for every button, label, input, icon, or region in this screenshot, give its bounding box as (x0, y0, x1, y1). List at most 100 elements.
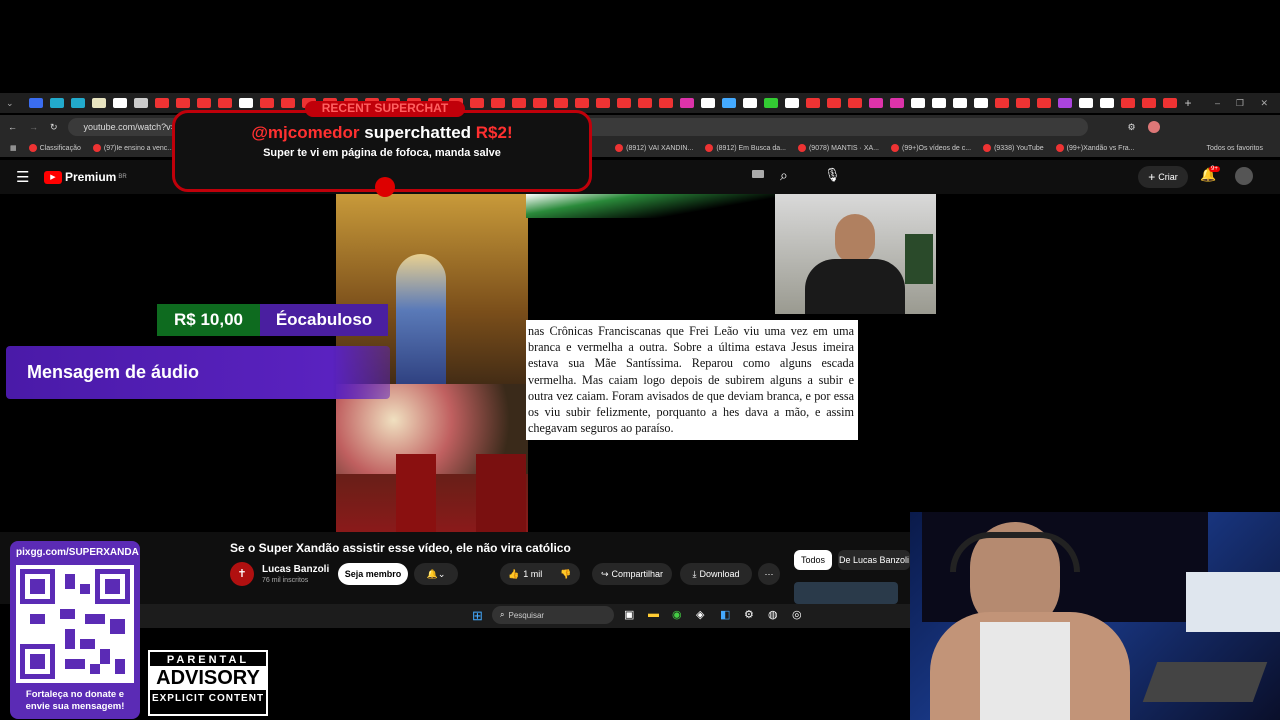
browser-tab[interactable] (92, 98, 107, 108)
browser-tab[interactable] (785, 98, 800, 108)
keyboard-icon[interactable] (752, 170, 764, 178)
browser-tab[interactable] (1121, 98, 1136, 108)
browser-tab[interactable] (554, 98, 569, 108)
apps-grid-icon[interactable]: ▦ (10, 144, 17, 152)
browser-tab[interactable] (470, 98, 485, 108)
more-actions-button[interactable]: ⋯ (758, 563, 780, 585)
like-button[interactable]: 👍 1 mil 👎 (500, 563, 580, 585)
share-button[interactable]: ↪ Compartilhar (592, 563, 672, 585)
browser-tab[interactable] (281, 98, 296, 108)
settings-icon[interactable]: ⚙ (744, 608, 754, 621)
bookmark-item[interactable]: (8912) VAI XANDIN... (615, 144, 693, 152)
browser-tab[interactable] (155, 98, 170, 108)
thumbs-down-icon[interactable]: 👎 (560, 569, 571, 580)
steam-icon[interactable]: ◈ (696, 608, 704, 621)
bookmark-item[interactable]: (97)Ie ensino a venc... (92, 144, 173, 152)
browser-tab[interactable] (764, 98, 779, 108)
browser-tab[interactable] (1163, 98, 1178, 108)
video-player[interactable]: nas Crônicas Franciscanas que Frei Leão … (336, 194, 936, 532)
taskbar-search[interactable]: ⌕ Pesquisar (492, 606, 614, 624)
download-button[interactable]: ⤓ Download (680, 563, 752, 585)
bookmark-item[interactable]: (9338) YouTube (983, 144, 1044, 152)
search-icon[interactable]: ⌕ (780, 167, 788, 184)
browser-tab[interactable] (701, 98, 716, 108)
browser-tab[interactable] (596, 98, 611, 108)
avatar[interactable] (1235, 167, 1253, 185)
browser-tab[interactable] (680, 98, 695, 108)
browser-tab[interactable] (974, 98, 989, 108)
parental-advisory-logo: PARENTAL ADVISORY EXPLICIT CONTENT (148, 650, 268, 716)
reload-icon[interactable]: ↻ (50, 122, 58, 133)
related-video-thumbnail[interactable] (794, 582, 898, 604)
forward-icon[interactable]: → (29, 122, 38, 132)
browser-tab[interactable] (29, 98, 44, 108)
youtube-logo[interactable]: ▶ Premium BR (44, 170, 127, 184)
join-button[interactable]: Seja membro (338, 563, 408, 585)
browser-tab[interactable] (827, 98, 842, 108)
obs-icon[interactable]: ◍ (768, 608, 778, 621)
app-icon[interactable]: ◎ (792, 608, 802, 621)
browser-tab[interactable] (848, 98, 863, 108)
voice-search-icon[interactable]: 🎙 (824, 167, 841, 183)
chrome-icon[interactable]: ◉ (672, 608, 682, 621)
extension-icon[interactable]: ⚙ (1128, 122, 1136, 133)
browser-tab[interactable] (911, 98, 926, 108)
app-icon[interactable]: ◧ (720, 608, 730, 621)
browser-tab[interactable] (239, 98, 254, 108)
taskbar-search-icon: ⌕ (500, 610, 505, 619)
browser-tab[interactable] (743, 98, 758, 108)
browser-tab[interactable] (134, 98, 149, 108)
browser-tab[interactable] (260, 98, 275, 108)
browser-tab[interactable] (512, 98, 527, 108)
browser-tab[interactable] (869, 98, 884, 108)
browser-tab[interactable] (953, 98, 968, 108)
chip-channel[interactable]: De Lucas Banzoli (838, 550, 910, 570)
browser-tab[interactable] (197, 98, 212, 108)
browser-tab[interactable] (176, 98, 191, 108)
minimize-icon[interactable]: – (1215, 98, 1220, 108)
browser-tab[interactable] (1058, 98, 1073, 108)
browser-tab[interactable] (50, 98, 65, 108)
chip-all[interactable]: Todos (794, 550, 832, 570)
browser-tab[interactable] (722, 98, 737, 108)
task-view-icon[interactable]: ▣ (624, 608, 634, 621)
close-window-icon[interactable]: ✕ (1260, 98, 1268, 109)
browser-tab[interactable] (491, 98, 506, 108)
back-icon[interactable]: ← (8, 122, 17, 132)
browser-tab[interactable] (1037, 98, 1052, 108)
browser-tab[interactable] (1142, 98, 1157, 108)
subscribe-bell-button[interactable]: 🔔⌄ (414, 563, 458, 585)
bookmark-item[interactable]: (8912) Em Busca da... (705, 144, 786, 152)
browser-tab[interactable] (71, 98, 86, 108)
browser-tab[interactable] (575, 98, 590, 108)
menu-icon[interactable]: ☰ (16, 168, 29, 186)
new-tab-button[interactable]: + (1185, 96, 1192, 110)
browser-tab[interactable] (932, 98, 947, 108)
file-explorer-icon[interactable]: ▬ (648, 608, 659, 620)
browser-tab[interactable] (638, 98, 653, 108)
bookmark-item[interactable]: Classificação (28, 144, 81, 152)
tab-list-chevron-icon[interactable]: ⌄ (6, 98, 14, 109)
browser-tab[interactable] (1016, 98, 1031, 108)
bookmark-item[interactable]: (99+)Os vídeos de c... (891, 144, 971, 152)
channel-name[interactable]: Lucas Banzoli (262, 564, 329, 575)
video-title: Se o Super Xandão assistir esse vídeo, e… (230, 541, 571, 555)
browser-tab[interactable] (1100, 98, 1115, 108)
profile-avatar[interactable] (1147, 121, 1160, 133)
browser-tab[interactable] (806, 98, 821, 108)
start-icon[interactable]: ⊞ (472, 608, 483, 624)
maximize-icon[interactable]: ❐ (1236, 98, 1244, 109)
browser-tab[interactable] (113, 98, 128, 108)
browser-tab[interactable] (659, 98, 674, 108)
bookmark-item[interactable]: (99+)Xandão vs Fra... (1055, 144, 1135, 152)
browser-tab[interactable] (218, 98, 233, 108)
create-button[interactable]: + Criar (1138, 166, 1188, 188)
all-bookmarks-folder[interactable]: Todos os favoritos (1207, 145, 1263, 152)
browser-tab[interactable] (533, 98, 548, 108)
browser-tab[interactable] (890, 98, 905, 108)
browser-tab[interactable] (617, 98, 632, 108)
channel-avatar[interactable]: ✝ (230, 562, 254, 586)
browser-tab[interactable] (995, 98, 1010, 108)
browser-tab[interactable] (1079, 98, 1094, 108)
bookmark-item[interactable]: (9078) MANTIS · XA... (797, 144, 879, 152)
